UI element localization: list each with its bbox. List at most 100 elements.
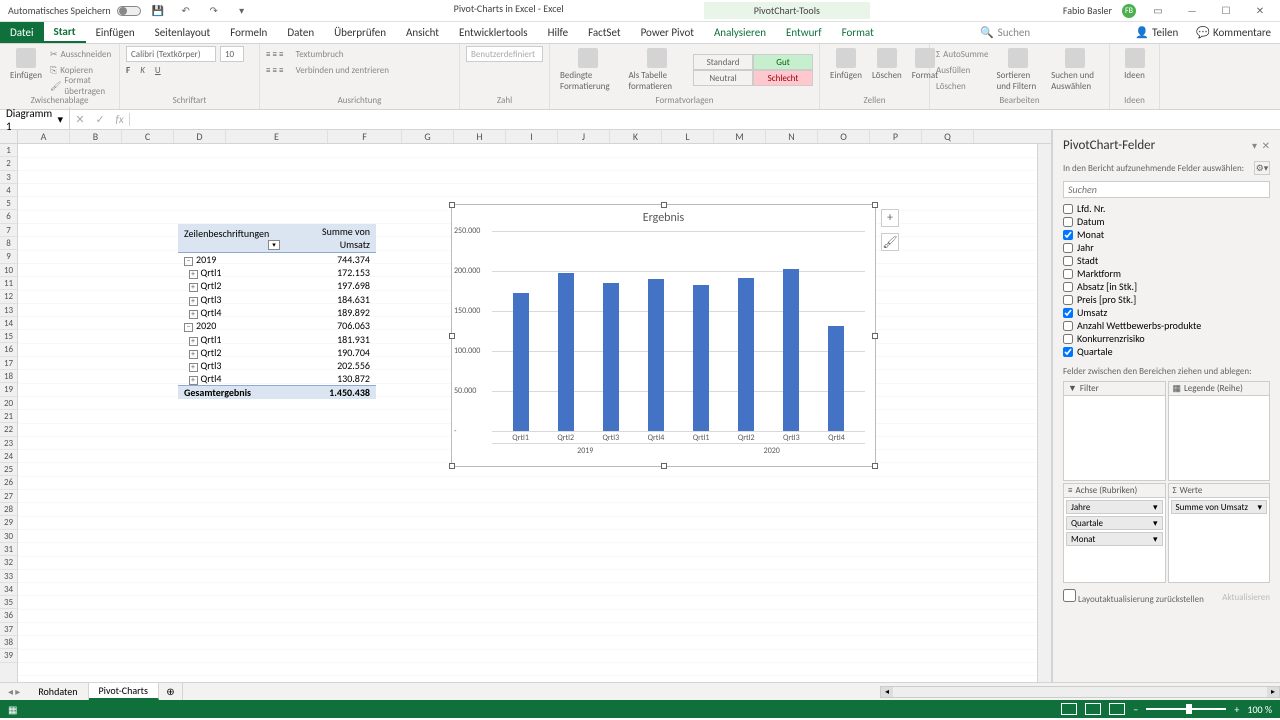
resize-handle[interactable] [449,333,455,339]
undo-icon[interactable]: ↶ [179,4,193,18]
fill-button[interactable]: Ausfüllen [936,62,988,78]
font-size-select[interactable]: 10 [220,46,244,62]
chart-plot-area[interactable]: -50.000100.000150.000200.000250.000 [492,231,865,431]
find-select-button[interactable]: Suchen und Auswählen [1047,46,1103,94]
redo-icon[interactable]: ↷ [207,4,221,18]
qat-dropdown-icon[interactable]: ▾ [235,4,249,18]
number-format-select[interactable]: Benutzerdefiniert [466,46,543,62]
tab-formulas[interactable]: Formeln [220,22,277,43]
resize-handle[interactable] [872,463,878,469]
axis-chip[interactable]: Monat▾ [1066,532,1163,546]
fields-list[interactable]: Lfd. Nr.DatumMonatJahrStadtMarktformAbsa… [1053,200,1280,360]
field-item[interactable]: Monat [1063,228,1270,241]
pivot-table[interactable]: Zeilenbeschriftungen▾ Summe von Umsatz −… [178,224,376,399]
pivot-row-header[interactable]: Zeilenbeschriftungen▾ [178,224,286,253]
cell-grid[interactable]: Zeilenbeschriftungen▾ Summe von Umsatz −… [18,144,1037,682]
sort-filter-button[interactable]: Sortieren und Filtern [992,46,1043,94]
style-gut[interactable]: Gut [753,54,813,70]
zoom-slider[interactable] [1146,708,1226,710]
user-name[interactable]: Fabio Basler [1063,4,1112,17]
cells-delete-button[interactable]: Löschen [868,46,906,83]
autosum-button[interactable]: ΣAutoSumme [936,46,988,62]
cancel-formula-icon[interactable]: ✕ [75,113,84,126]
tab-design[interactable]: Entwurf [776,22,832,43]
zoom-out-button[interactable]: − [1133,703,1138,716]
tab-analyze[interactable]: Analysieren [704,22,776,43]
field-item[interactable]: Jahr [1063,241,1270,254]
format-painter-button[interactable]: 🖌Format übertragen [50,78,113,94]
vertical-scrollbar[interactable] [1037,144,1051,682]
bold-button[interactable]: F [126,65,130,76]
sheet-nav[interactable]: ◂ ▸ [0,685,28,698]
area-values[interactable]: ΣWerteSumme von Umsatz▾ [1168,483,1271,583]
field-item[interactable]: Datum [1063,215,1270,228]
align-icons[interactable]: ≡ ≡ ≡ [266,49,284,60]
style-neutral[interactable]: Neutral [693,70,753,86]
autosave-toggle[interactable] [117,6,141,16]
axis-chip[interactable]: Jahre▾ [1066,500,1163,514]
page-break-view-icon[interactable] [1109,703,1125,715]
row-headers[interactable]: 1234567891011121314151617181920212223242… [0,144,18,682]
ideas-button[interactable]: Ideen [1116,46,1153,83]
resize-handle[interactable] [661,463,667,469]
filter-dropdown-icon[interactable]: ▾ [268,240,280,250]
value-chip[interactable]: Summe von Umsatz▾ [1171,500,1268,514]
field-item[interactable]: Preis [pro Stk.] [1063,293,1270,306]
chevron-down-icon[interactable]: ▾ [1252,139,1257,152]
axis-chip[interactable]: Quartale▾ [1066,516,1163,530]
gear-icon[interactable]: ⚙▾ [1254,161,1270,175]
tab-help[interactable]: Hilfe [538,22,578,43]
tab-page-layout[interactable]: Seitenlayout [145,22,221,43]
tab-review[interactable]: Überprüfen [324,22,396,43]
defer-layout-checkbox[interactable]: Layoutaktualisierung zurückstellen [1063,589,1204,605]
pivot-chart[interactable]: + 🖌 Ergebnis -50.000100.000150.000200.00… [451,204,876,467]
italic-button[interactable]: K [140,65,145,76]
minimize-icon[interactable]: — [1180,2,1204,20]
add-sheet-button[interactable]: ⊕ [159,683,183,700]
select-all-corner[interactable] [0,130,18,143]
tab-home[interactable]: Start [44,22,86,43]
horizontal-scrollbar[interactable]: ◂▸ [880,686,1280,698]
chart-elements-button[interactable]: + [881,209,899,227]
resize-handle[interactable] [449,463,455,469]
comments-button[interactable]: 💬Kommentare [1187,25,1280,40]
resize-handle[interactable] [872,202,878,208]
field-item[interactable]: Absatz [in Stk.] [1063,280,1270,293]
tab-developer[interactable]: Entwicklertools [449,22,538,43]
update-button[interactable]: Aktualisieren [1222,592,1270,603]
accept-formula-icon[interactable]: ✓ [95,113,104,126]
font-name-select[interactable]: Calibri (Textkörper) [126,46,216,62]
resize-handle[interactable] [449,202,455,208]
tab-powerpivot[interactable]: Power Pivot [631,22,704,43]
fx-icon[interactable]: fx [115,113,123,126]
fields-search-input[interactable] [1063,181,1270,198]
field-item[interactable]: Marktform [1063,267,1270,280]
clear-button[interactable]: Löschen [936,78,988,94]
as-table-button[interactable]: Als Tabelle formatieren [624,46,689,94]
name-box[interactable]: Diagramm 1▾ [0,107,70,133]
page-layout-view-icon[interactable] [1085,703,1101,715]
zoom-in-button[interactable]: + [1234,703,1239,716]
align-icons-2[interactable]: ≡ ≡ ≡ [266,65,284,76]
tab-view[interactable]: Ansicht [396,22,449,43]
sheet-tab-pivot-charts[interactable]: Pivot-Charts [89,683,159,700]
tab-insert[interactable]: Einfügen [86,22,145,43]
underline-button[interactable]: U [155,65,161,76]
area-legend[interactable]: ▦Legende (Reihe) [1168,381,1271,481]
field-item[interactable]: Anzahl Wettbewerbs-produkte [1063,319,1270,332]
tab-file[interactable]: Datei [0,22,44,43]
sheet-tab-rohdaten[interactable]: Rohdaten [28,683,88,700]
field-item[interactable]: Quartale [1063,345,1270,358]
close-icon[interactable]: ✕ [1248,2,1272,20]
close-pane-icon[interactable]: ✕ [1262,139,1270,152]
wrap-text-button[interactable]: Textumbruch [296,49,344,60]
cells-insert-button[interactable]: Einfügen [826,46,866,83]
cut-button[interactable]: ✂Ausschneiden [50,46,113,62]
share-button[interactable]: 👤Teilen [1126,25,1187,40]
style-standard[interactable]: Standard [693,54,753,70]
field-item[interactable]: Umsatz [1063,306,1270,319]
area-axis[interactable]: ≡Achse (Rubriken)Jahre▾Quartale▾Monat▾ [1063,483,1166,583]
ribbon-display-icon[interactable]: ▭ [1146,2,1170,20]
resize-handle[interactable] [661,202,667,208]
field-item[interactable]: Konkurrenzrisiko [1063,332,1270,345]
